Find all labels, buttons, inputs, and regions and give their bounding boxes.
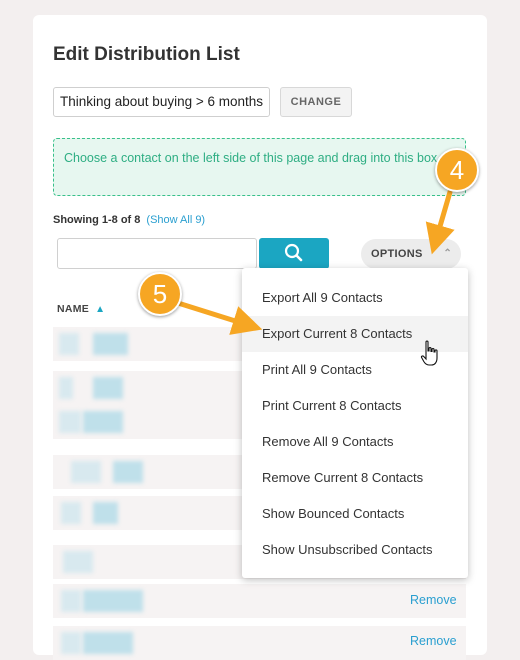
annotation-arrows bbox=[175, 189, 455, 335]
callout-step-5: 5 bbox=[138, 272, 182, 316]
arrow-to-export-current bbox=[175, 300, 263, 335]
callout-step-4: 4 bbox=[435, 148, 479, 192]
arrow-to-options bbox=[425, 189, 455, 255]
